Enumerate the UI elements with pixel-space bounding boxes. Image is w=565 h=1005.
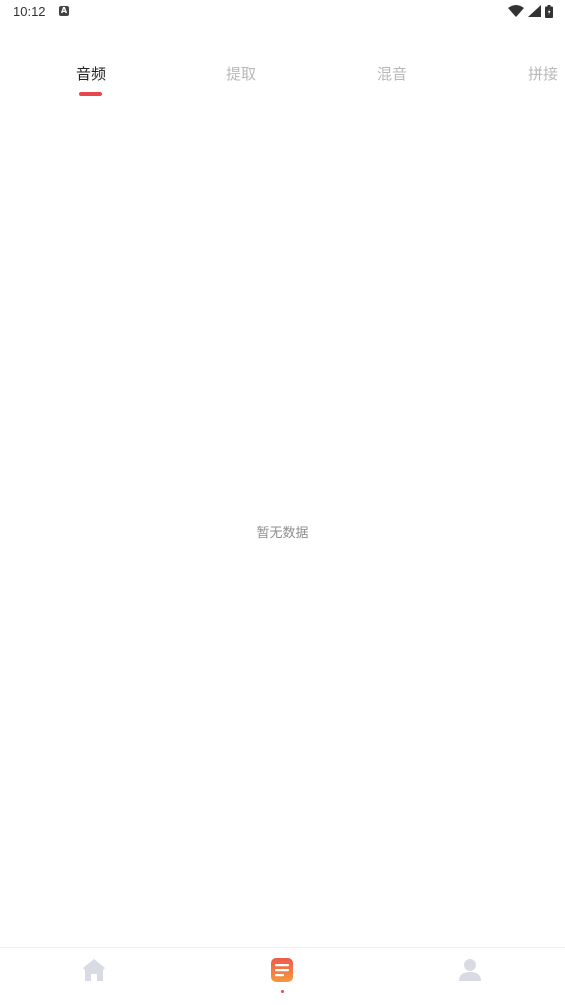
active-tab-indicator bbox=[79, 92, 102, 96]
document-icon bbox=[271, 958, 293, 982]
bottom-navigation bbox=[0, 947, 565, 1005]
tab-splice[interactable]: 拼接 bbox=[528, 63, 558, 84]
user-icon bbox=[459, 959, 481, 981]
signal-icon bbox=[528, 5, 541, 17]
notification-icon: A bbox=[59, 6, 69, 16]
battery-icon bbox=[545, 4, 553, 18]
active-nav-dot bbox=[281, 990, 284, 993]
tab-bar: 音频 提取 混音 拼接 bbox=[0, 58, 565, 102]
tab-audio[interactable]: 音频 bbox=[76, 63, 106, 84]
status-time: 10:12 bbox=[13, 4, 46, 19]
status-indicators bbox=[508, 4, 553, 18]
empty-state-text: 暂无数据 bbox=[256, 526, 309, 541]
nav-home[interactable] bbox=[74, 958, 114, 998]
tab-mix[interactable]: 混音 bbox=[377, 63, 407, 84]
wifi-icon bbox=[508, 5, 524, 17]
status-bar: 10:12 A bbox=[0, 0, 565, 24]
home-icon bbox=[83, 959, 105, 981]
tab-extract[interactable]: 提取 bbox=[226, 63, 256, 84]
nav-profile[interactable] bbox=[450, 958, 490, 998]
